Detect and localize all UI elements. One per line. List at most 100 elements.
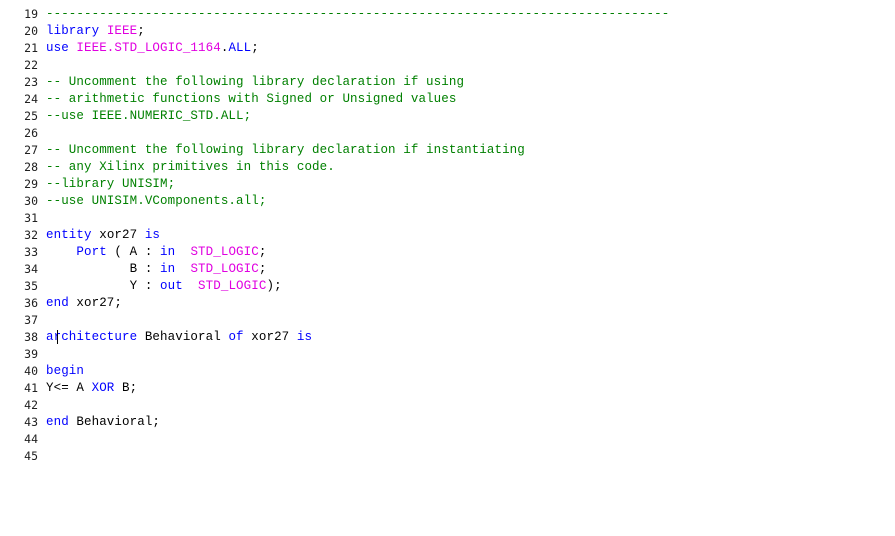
line-number: 42 — [24, 398, 38, 412]
code-line[interactable]: 42 — [0, 397, 895, 414]
code-text: ----------------------------------------… — [46, 6, 669, 23]
code-line[interactable]: 26 — [0, 125, 895, 142]
line-number: 30 — [24, 194, 38, 208]
code-line[interactable]: 22 — [0, 57, 895, 74]
plain-token: xor27 — [99, 228, 145, 242]
code-text: -- Uncomment the following library decla… — [46, 74, 464, 91]
comment-token: -- Uncomment the following library decla… — [46, 143, 525, 157]
plain-token: ; — [258, 245, 267, 259]
keyword-token: is — [296, 330, 313, 344]
keyword-token: end — [46, 296, 77, 310]
code-text: begin — [46, 363, 84, 380]
keyword-token: library — [46, 24, 107, 38]
plain-token: xor27; — [76, 296, 123, 310]
keyword-token: is — [144, 228, 161, 242]
line-number: 38 — [24, 330, 38, 344]
code-line[interactable]: 29 --library UNISIM; — [0, 176, 895, 193]
code-line[interactable]: 34 B : in STD_LOGIC; — [0, 261, 895, 278]
code-line[interactable]: 35 Y : out STD_LOGIC); — [0, 278, 895, 295]
comment-token: -- any Xilinx primitives in this code. — [46, 160, 335, 174]
type-token: IEEE — [106, 24, 138, 38]
code-text: -- any Xilinx primitives in this code. — [46, 159, 335, 176]
code-line[interactable]: 19 --------------------------------------… — [0, 6, 895, 23]
line-number: 19 — [24, 7, 38, 21]
plain-token: xor27 — [251, 330, 297, 344]
code-line[interactable]: 30 --use UNISIM.VComponents.all; — [0, 193, 895, 210]
line-number: 20 — [24, 24, 38, 38]
code-line[interactable]: 41 Y<= A XOR B; — [0, 380, 895, 397]
code-editor[interactable]: 19 --------------------------------------… — [0, 0, 895, 536]
comment-token: ----------------------------------------… — [46, 7, 670, 21]
code-line[interactable]: 45 — [0, 448, 895, 465]
code-line[interactable]: 37 — [0, 312, 895, 329]
code-text: library IEEE; — [46, 23, 145, 40]
line-number: 34 — [24, 262, 38, 276]
comment-token: -- arithmetic functions with Signed or U… — [46, 92, 457, 106]
line-number: 23 — [24, 75, 38, 89]
code-line[interactable]: 39 — [0, 346, 895, 363]
keyword-token: begin — [46, 364, 85, 378]
keyword-token: out — [160, 279, 183, 293]
code-line[interactable]: 31 — [0, 210, 895, 227]
line-number: 41 — [24, 381, 38, 395]
type-token: STD_LOGIC — [190, 245, 259, 259]
line-number: 26 — [24, 126, 38, 140]
code-text: Port ( A : in STD_LOGIC; — [46, 244, 266, 261]
code-line[interactable]: 21 use IEEE.STD_LOGIC_1164.ALL; — [0, 40, 895, 57]
code-line[interactable]: 43 end Behavioral; — [0, 414, 895, 431]
code-text: end xor27; — [46, 295, 122, 312]
type-token: IEEE.STD_LOGIC_1164 — [76, 41, 221, 55]
line-number: 45 — [24, 449, 38, 463]
line-number: 29 — [24, 177, 38, 191]
type-token: STD_LOGIC — [198, 279, 267, 293]
code-text: end Behavioral; — [46, 414, 160, 431]
keyword-token: in — [160, 245, 176, 259]
code-text: B : in STD_LOGIC; — [46, 261, 267, 278]
code-text: -- Uncomment the following library decla… — [46, 142, 525, 159]
code-line[interactable]: 40 begin — [0, 363, 895, 380]
keyword-token: ALL — [228, 41, 252, 55]
code-line[interactable]: 38 architecture Behavioral of xor27 is — [0, 329, 895, 346]
keyword-token: end — [46, 415, 77, 429]
code-text: --use UNISIM.VComponents.all; — [46, 193, 266, 210]
comment-token: -- Uncomment the following library decla… — [46, 75, 465, 89]
code-line[interactable]: 27 -- Uncomment the following library dec… — [0, 142, 895, 159]
code-line[interactable]: 28 -- any Xilinx primitives in this code. — [0, 159, 895, 176]
keyword-token: architecture — [46, 330, 145, 344]
code-line[interactable]: 32 entity xor27 is — [0, 227, 895, 244]
code-text: --library UNISIM; — [46, 176, 175, 193]
code-line[interactable]: 23 -- Uncomment the following library dec… — [0, 74, 895, 91]
code-line[interactable]: 44 — [0, 431, 895, 448]
plain-token: Behavioral; — [76, 415, 161, 429]
comment-token: --use UNISIM.VComponents.all; — [46, 194, 267, 208]
plain-token: B : — [46, 262, 161, 276]
line-number: 31 — [24, 211, 38, 225]
plain-token: ; — [251, 41, 259, 55]
plain-token: Behavioral — [144, 330, 229, 344]
code-text: architecture Behavioral of xor27 is — [46, 329, 312, 346]
code-line[interactable]: 36 end xor27; — [0, 295, 895, 312]
code-line[interactable]: 24 -- arithmetic functions with Signed or… — [0, 91, 895, 108]
code-line[interactable]: 25 --use IEEE.NUMERIC_STD.ALL; — [0, 108, 895, 125]
line-number: 43 — [24, 415, 38, 429]
code-line[interactable]: 20 library IEEE; — [0, 23, 895, 40]
code-text: -- arithmetic functions with Signed or U… — [46, 91, 456, 108]
comment-token: --library UNISIM; — [46, 177, 176, 191]
keyword-token: in — [160, 262, 176, 276]
plain-token: ; — [137, 24, 145, 38]
code-line[interactable]: 33 Port ( A : in STD_LOGIC; — [0, 244, 895, 261]
line-number: 22 — [24, 58, 38, 72]
line-number: 27 — [24, 143, 38, 157]
code-text: Y<= A XOR B; — [46, 380, 137, 397]
plain-token: ( A : — [114, 245, 161, 259]
line-number: 25 — [24, 109, 38, 123]
line-number: 33 — [24, 245, 38, 259]
code-text: Y : out STD_LOGIC); — [46, 278, 282, 295]
line-number: 36 — [24, 296, 38, 310]
keyword-token: use — [46, 41, 77, 55]
plain-token: Y : — [46, 279, 161, 293]
line-number: 40 — [24, 364, 38, 378]
keyword-token: Port — [46, 245, 115, 259]
